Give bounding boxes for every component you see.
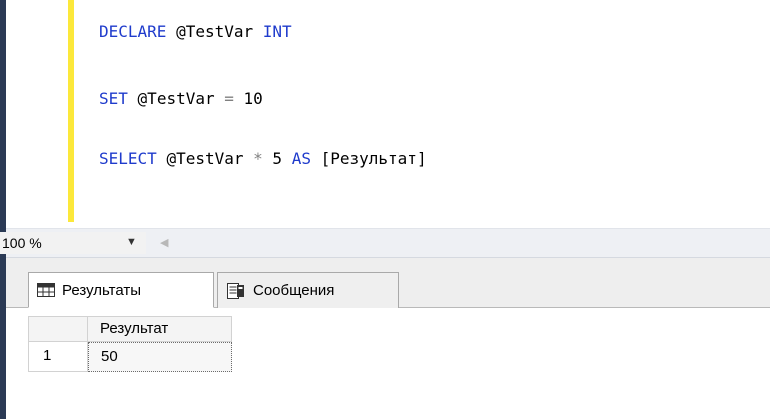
code-line-2[interactable]: SET @TestVar = 10	[99, 89, 263, 109]
column-header[interactable]: Результат	[88, 316, 232, 342]
variable-name: @TestVar	[137, 89, 215, 108]
zoom-dropdown[interactable]: 100 % ▼	[0, 232, 146, 254]
tab-results[interactable]: Результаты	[28, 272, 214, 308]
result-cell[interactable]: 50	[88, 342, 232, 372]
query-editor[interactable]: DECLARE @TestVar INT SET @TestVar = 10 S…	[6, 0, 770, 228]
editor-gutter	[6, 0, 66, 228]
tab-results-label: Результаты	[62, 281, 141, 299]
change-tracking-bar	[68, 0, 74, 222]
keyword-as: AS	[291, 149, 311, 168]
grid-corner[interactable]	[28, 316, 88, 342]
keyword-set: SET	[99, 89, 128, 108]
keyword-int: INT	[262, 22, 292, 41]
messages-icon	[227, 282, 244, 299]
code-line-3[interactable]: SELECT @TestVar * 5 AS [Результат]	[99, 149, 427, 169]
results-tabstrip: Результаты Сообщения	[6, 258, 770, 308]
literal-value: 10	[243, 89, 263, 108]
row-number[interactable]: 1	[28, 342, 88, 372]
variable-name: @TestVar	[166, 149, 244, 168]
zoom-bar: 100 % ▼ ◀	[0, 228, 770, 258]
tab-messages[interactable]: Сообщения	[217, 272, 399, 308]
literal-value: 5	[272, 149, 283, 168]
code-line-1[interactable]: DECLARE @TestVar INT	[99, 22, 292, 42]
chevron-down-icon[interactable]: ▼	[126, 236, 137, 248]
tab-messages-label: Сообщения	[253, 282, 335, 299]
variable-name: @TestVar	[176, 22, 254, 41]
operator-equals: =	[224, 89, 234, 108]
operator-multiply: *	[253, 149, 263, 168]
grid-icon	[37, 283, 55, 297]
zoom-value: 100 %	[2, 235, 42, 251]
keyword-select: SELECT	[99, 149, 157, 168]
column-alias: [Результат]	[320, 149, 427, 168]
scroll-left-icon[interactable]: ◀	[160, 236, 168, 249]
results-pane: Результаты Сообщения Результат 1 50	[6, 258, 770, 419]
results-grid: Результат 1 50	[6, 308, 770, 419]
keyword-declare: DECLARE	[99, 22, 167, 41]
